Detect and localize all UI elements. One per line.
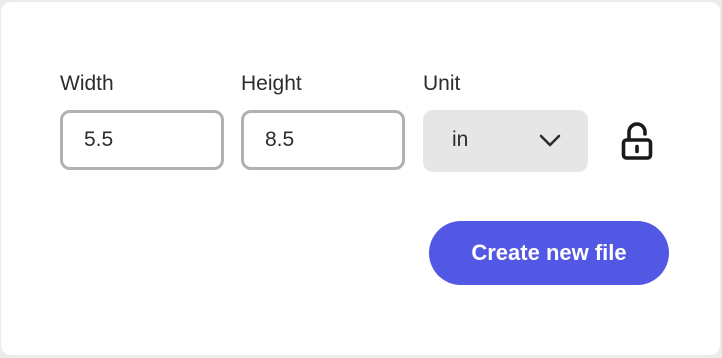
create-new-file-button[interactable]: Create new file <box>429 221 669 285</box>
height-input[interactable] <box>241 110 405 170</box>
unit-label: Unit <box>423 72 461 95</box>
height-label: Height <box>241 72 302 95</box>
new-file-dialog: Width Height Unit in Create new file <box>1 2 720 355</box>
width-input[interactable] <box>60 110 224 170</box>
width-label: Width <box>60 72 114 95</box>
unlocked-padlock-icon[interactable] <box>619 120 655 164</box>
unit-select[interactable]: in <box>423 110 588 172</box>
chevron-down-icon <box>539 134 561 147</box>
unit-select-value: in <box>452 128 469 151</box>
